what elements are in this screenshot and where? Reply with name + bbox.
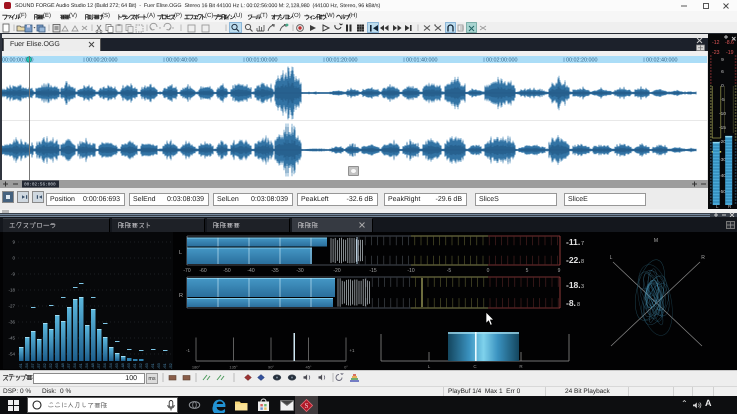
svg-text:-15: -15 (719, 125, 726, 131)
svg-text:R: R (701, 255, 705, 261)
svg-text:90°: 90° (268, 365, 274, 370)
svg-text:-40: -40 (247, 268, 254, 274)
svg-text:L: L (610, 255, 613, 261)
svg-text:-60: -60 (199, 268, 206, 274)
svg-text:-5: -5 (447, 268, 452, 274)
svg-text:45°: 45° (305, 365, 311, 370)
svg-text:-30: -30 (296, 268, 303, 274)
svg-text:7: 7 (581, 241, 584, 247)
svg-text:-12: -12 (712, 40, 720, 46)
svg-text:9: 9 (558, 268, 561, 274)
svg-text:135°: 135° (229, 365, 238, 370)
svg-text:0: 0 (721, 83, 724, 89)
svg-text:-10: -10 (719, 111, 726, 117)
svg-text:180°: 180° (192, 365, 201, 370)
svg-text:-50: -50 (223, 268, 230, 274)
svg-text:3: 3 (581, 284, 584, 290)
svg-text:R: R (179, 293, 183, 299)
svg-text:-11.: -11. (566, 237, 580, 247)
svg-text:6: 6 (721, 69, 724, 75)
svg-text:8: 8 (581, 259, 584, 265)
svg-text:L: L (179, 250, 182, 256)
svg-text:-18.: -18. (566, 280, 581, 290)
svg-text:-23: -23 (712, 50, 720, 56)
svg-text:5: 5 (526, 268, 529, 274)
svg-text:R: R (519, 364, 523, 369)
svg-text:-10: -10 (407, 268, 414, 274)
svg-text:9: 9 (721, 57, 724, 63)
svg-text:-15: -15 (369, 268, 376, 274)
svg-text:-8.: -8. (566, 298, 576, 308)
svg-text:0: 0 (487, 268, 490, 274)
svg-text:S: S (305, 402, 309, 410)
svg-text:-19: -19 (726, 50, 734, 56)
svg-text:L: L (428, 364, 431, 369)
svg-text:-35: -35 (271, 268, 278, 274)
svg-text:M: M (654, 238, 658, 244)
svg-text:-22.: -22. (566, 255, 581, 265)
svg-text:-20: -20 (333, 268, 340, 274)
svg-text:0°: 0° (344, 365, 348, 370)
svg-text:C: C (473, 364, 477, 369)
svg-text:-1: -1 (186, 348, 190, 353)
svg-text:-70: -70 (183, 268, 190, 274)
svg-text:+1: +1 (349, 348, 355, 353)
svg-text:8: 8 (577, 302, 580, 308)
svg-text:-8.6: -8.6 (725, 40, 734, 46)
